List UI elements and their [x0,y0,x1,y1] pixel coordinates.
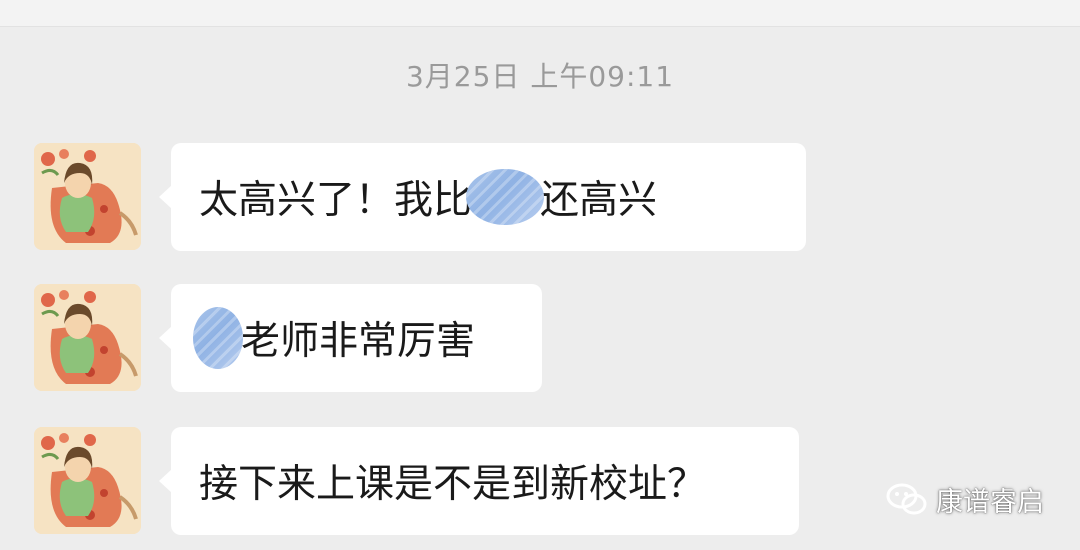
wechat-icon [886,482,928,518]
avatar[interactable] [34,284,141,391]
avatar[interactable] [34,143,141,250]
message-bubble[interactable]: 太高兴了！我比 还高兴 [171,143,806,251]
message-row: 接下来上课是不是到新校址？ [34,427,804,535]
message-bubble[interactable]: 接下来上课是不是到新校址？ [171,427,799,535]
girl-cartoon-avatar-icon [34,284,141,391]
redaction-mark [466,169,545,225]
message-row: 老师非常厉害 [34,284,554,392]
watermark-text: 康谱睿启 [936,487,1044,518]
avatar[interactable] [34,427,141,534]
redaction-mark [193,307,243,369]
girl-cartoon-avatar-icon [34,143,141,250]
chat-screen: 3月25日 上午09:11 太高兴了！我比 还高兴 老师非常厉害 接下来上课是不… [0,0,1080,550]
top-bar [0,0,1080,27]
message-text: 老师非常厉害 [241,319,476,364]
message-timestamp: 3月25日 上午09:11 [405,60,675,93]
message-row: 太高兴了！我比 还高兴 [34,143,806,251]
watermark: 康谱睿启 [886,480,1044,519]
message-text: 还高兴 [540,178,658,223]
message-text: 接下来上课是不是到新校址？ [199,462,707,507]
girl-cartoon-avatar-icon [34,427,141,534]
message-text: 太高兴了！我比 [199,178,473,223]
message-bubble[interactable]: 老师非常厉害 [171,284,542,392]
